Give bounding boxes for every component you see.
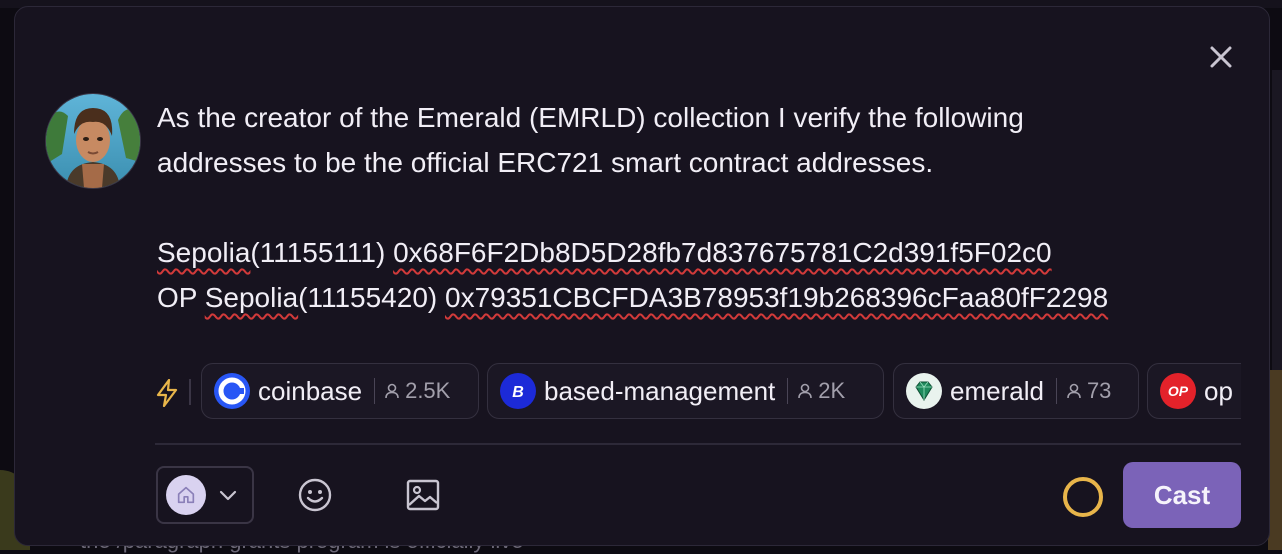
channel-name: emerald <box>950 375 1044 406</box>
image-icon <box>406 479 440 511</box>
composer-divider <box>155 443 1241 445</box>
divider <box>374 378 376 404</box>
channel-name: coinbase <box>258 375 363 406</box>
avatar[interactable] <box>45 93 141 189</box>
home-icon <box>166 475 206 515</box>
message-line-sepolia: Sepolia(11155111) 0x68F6F2Db8D5D28fb7d83… <box>157 230 1247 275</box>
optimism-icon: OP <box>1160 373 1196 409</box>
divider <box>787 378 789 404</box>
contract-address: 0x79351CBCFDA3B78953f19b268396cFaa80fF22… <box>445 282 1109 313</box>
message-line: As the creator of the Emerald (EMRLD) co… <box>157 102 1024 133</box>
contract-address: 0x68F6F2Db8D5D28fb7d837675781C2d391f5F02… <box>393 237 1052 268</box>
misspelled-word: Sepolia <box>157 237 251 268</box>
character-count-ring <box>1063 477 1103 517</box>
chain-id: (11155111) <box>250 237 394 268</box>
based-management-icon: B <box>500 373 536 409</box>
channel-name: based-management <box>544 375 776 406</box>
member-count: 2K <box>796 378 845 404</box>
user-icon <box>798 383 813 399</box>
user-icon <box>385 383 399 399</box>
channel-select[interactable] <box>156 466 254 524</box>
member-count-value: 73 <box>1086 378 1112 403</box>
divider <box>189 379 191 405</box>
image-upload-button[interactable] <box>405 477 441 513</box>
member-count: 73 <box>1065 378 1111 404</box>
smile-icon <box>298 478 332 512</box>
close-icon <box>1210 46 1232 68</box>
cast-button[interactable]: Cast <box>1123 462 1241 528</box>
member-count-value: 2.5K <box>405 378 451 403</box>
emoji-button[interactable] <box>297 477 333 513</box>
chevron-down-icon <box>219 490 237 501</box>
svg-text:B: B <box>512 384 524 401</box>
avatar-portrait-image <box>46 94 140 188</box>
channel-chip-emerald[interactable]: emerald 73 <box>893 363 1139 419</box>
close-button[interactable] <box>1205 41 1237 73</box>
member-count-value: 2K <box>818 378 846 403</box>
background-image-fragment-right <box>1268 370 1282 550</box>
channel-chip-based-management[interactable]: B based-management 2K <box>487 363 884 419</box>
cast-text-editor[interactable]: As the creator of the Emerald (EMRLD) co… <box>157 95 1247 320</box>
coinbase-icon <box>214 373 250 409</box>
user-icon <box>1067 383 1081 399</box>
message-line-op-sepolia: OP Sepolia(11155420) 0x79351CBCFDA3B7895… <box>157 275 1247 320</box>
misspelled-word: Sepolia <box>204 282 299 313</box>
cast-composer-modal: As the creator of the Emerald (EMRLD) co… <box>14 6 1270 546</box>
channel-chip-coinbase[interactable]: coinbase 2.5K <box>201 363 479 419</box>
divider <box>1055 378 1057 404</box>
lightning-icon <box>156 379 178 407</box>
channel-chip-op[interactable]: OP op <box>1147 363 1241 419</box>
emerald-icon <box>906 373 942 409</box>
op-label: OP <box>157 282 205 313</box>
channel-suggestions: coinbase 2.5K B based-management 2K emer… <box>155 361 1241 421</box>
message-line: addresses to be the official ERC721 smar… <box>157 147 934 178</box>
channel-name: op <box>1204 375 1233 406</box>
member-count: 2.5K <box>383 378 450 404</box>
chain-id: (11155420) <box>298 282 445 313</box>
